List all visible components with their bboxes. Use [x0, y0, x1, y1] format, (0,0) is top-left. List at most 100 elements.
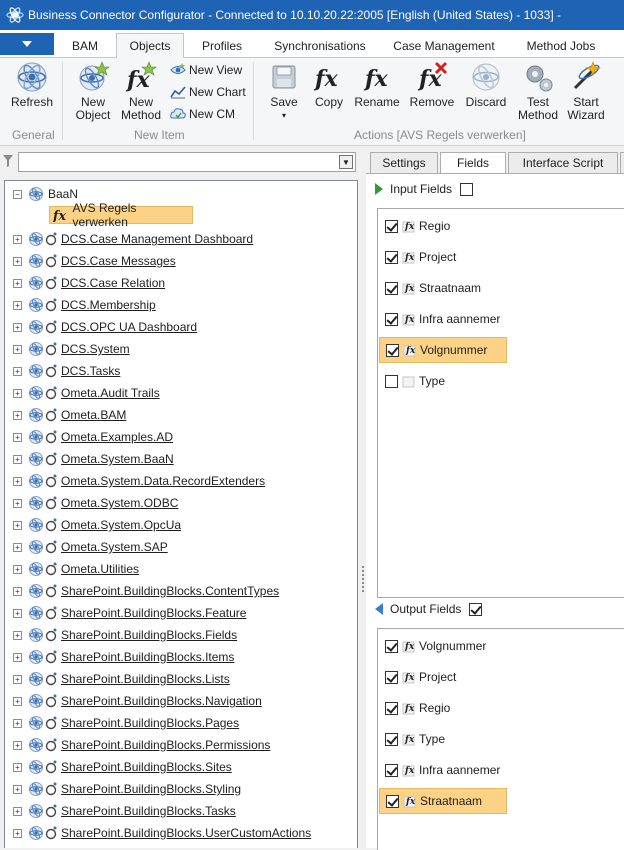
field-row[interactable]: fx Straatnaam — [379, 788, 507, 814]
start-wizard-button[interactable]: Start Wizard — [564, 60, 608, 122]
expand-icon[interactable]: + — [13, 608, 22, 618]
tree-item[interactable]: + SharePoint.BuildingBlocks.Styling — [13, 779, 241, 799]
tree-item[interactable]: + DCS.System — [13, 339, 130, 359]
tree-item-label[interactable]: DCS.Membership — [61, 298, 156, 312]
expand-icon[interactable]: + — [13, 256, 22, 266]
tree-item-label[interactable]: SharePoint.BuildingBlocks.Styling — [61, 782, 241, 796]
tab-case-management[interactable]: Case Management — [388, 34, 500, 58]
tree-item-label[interactable]: Ometa.System.Data.RecordExtenders — [61, 474, 265, 488]
refresh-button[interactable]: Refresh — [6, 60, 58, 109]
expand-icon[interactable]: + — [13, 564, 22, 574]
expand-icon[interactable]: + — [13, 828, 22, 838]
expand-icon[interactable]: + — [13, 718, 22, 728]
tree-item[interactable]: + SharePoint.BuildingBlocks.Pages — [13, 713, 239, 733]
field-checkbox[interactable] — [385, 312, 398, 326]
tree-item-label[interactable]: DCS.Case Messages — [61, 254, 176, 268]
tree-item-label[interactable]: Ometa.Examples.AD — [61, 430, 173, 444]
tree-item[interactable]: + SharePoint.BuildingBlocks.Sites — [13, 757, 232, 777]
expand-icon[interactable]: + — [13, 388, 22, 398]
field-checkbox[interactable] — [386, 794, 399, 808]
tree-item-label[interactable]: Ometa.System.OpcUa — [61, 518, 181, 532]
tree-item-label[interactable]: SharePoint.BuildingBlocks.Tasks — [61, 804, 236, 818]
new-chart-button[interactable]: New Chart — [170, 82, 246, 102]
input-fields-select-all-checkbox[interactable] — [460, 182, 474, 196]
expand-icon[interactable]: + — [13, 806, 22, 816]
tree-item[interactable]: + SharePoint.BuildingBlocks.Feature — [13, 603, 246, 623]
pane-splitter[interactable] — [361, 566, 365, 594]
expand-icon[interactable]: + — [13, 520, 22, 530]
expand-icon[interactable]: + — [13, 762, 22, 772]
expand-icon[interactable]: + — [13, 454, 22, 464]
tree-item[interactable]: + SharePoint.BuildingBlocks.Fields — [13, 625, 237, 645]
field-checkbox[interactable] — [385, 639, 398, 653]
field-checkbox[interactable] — [386, 343, 399, 357]
new-object-button[interactable]: New Object — [68, 60, 118, 122]
tree-item-label[interactable]: DCS.Case Management Dashboard — [61, 232, 253, 246]
tree-item-label[interactable]: DCS.System — [61, 342, 130, 356]
field-row[interactable]: fx Regio — [379, 213, 507, 239]
field-row[interactable]: fx Type — [379, 726, 507, 752]
expand-icon[interactable]: + — [13, 344, 22, 354]
tab-settings[interactable]: Settings — [370, 152, 438, 174]
tree-item[interactable]: + DCS.Tasks — [13, 361, 120, 381]
expand-icon[interactable]: + — [13, 740, 22, 750]
tree-item[interactable]: + Ometa.System.SAP — [13, 537, 168, 557]
tree-item[interactable]: + Ometa.Examples.AD — [13, 427, 173, 447]
copy-button[interactable]: fx Copy — [310, 60, 348, 109]
field-checkbox[interactable] — [385, 219, 398, 233]
tree-item-label[interactable]: Ometa.System.SAP — [61, 540, 168, 554]
field-checkbox[interactable] — [385, 732, 398, 746]
tree-item-label[interactable]: SharePoint.BuildingBlocks.Lists — [61, 672, 230, 686]
expand-icon[interactable]: + — [13, 784, 22, 794]
tree-item-label[interactable]: DCS.Tasks — [61, 364, 120, 378]
tree-item[interactable]: + Ometa.System.ODBC — [13, 493, 178, 513]
field-row[interactable]: fx Volgnummer — [379, 633, 507, 659]
tree-item[interactable]: + SharePoint.BuildingBlocks.Permissions — [13, 735, 270, 755]
expand-icon[interactable]: + — [13, 542, 22, 552]
tree-item[interactable]: + DCS.OPC UA Dashboard — [13, 317, 197, 337]
expand-icon[interactable]: + — [13, 630, 22, 640]
tree-item-label[interactable]: SharePoint.BuildingBlocks.Sites — [61, 760, 232, 774]
field-checkbox[interactable] — [385, 670, 398, 684]
tree-item[interactable]: + Ometa.Audit Trails — [13, 383, 160, 403]
expand-icon[interactable]: + — [13, 476, 22, 486]
tree-item-label[interactable]: Ometa.Audit Trails — [61, 386, 160, 400]
tree-item-label[interactable]: SharePoint.BuildingBlocks.Items — [61, 650, 234, 664]
expand-icon[interactable]: + — [13, 674, 22, 684]
output-fields-select-all-checkbox[interactable] — [469, 602, 483, 616]
field-row[interactable]: fx Regio — [379, 695, 507, 721]
tree-item-label[interactable]: SharePoint.BuildingBlocks.Pages — [61, 716, 239, 730]
tree-item-label[interactable]: SharePoint.BuildingBlocks.Permissions — [61, 738, 270, 752]
tree-root-node[interactable]: − BaaN — [13, 184, 78, 204]
discard-button[interactable]: Discard — [462, 60, 510, 109]
tree-item-label[interactable]: DCS.OPC UA Dashboard — [61, 320, 197, 334]
tree-item-label[interactable]: DCS.Case Relation — [61, 276, 165, 290]
expand-icon[interactable]: + — [13, 278, 22, 288]
tree-item[interactable]: + DCS.Case Messages — [13, 251, 176, 271]
object-tree[interactable]: − BaaN fx AVS Regels verwerken + DCS.Case… — [4, 180, 358, 848]
application-menu-button[interactable] — [0, 33, 54, 55]
expand-icon[interactable]: + — [13, 300, 22, 310]
tab-overflow[interactable] — [620, 152, 624, 174]
tree-item-label[interactable]: SharePoint.BuildingBlocks.Navigation — [61, 694, 262, 708]
expand-icon[interactable]: + — [13, 696, 22, 706]
save-button[interactable]: Save ▾ — [262, 60, 306, 122]
expand-icon[interactable]: + — [13, 322, 22, 332]
expand-icon[interactable]: + — [13, 432, 22, 442]
tab-bam[interactable]: BAM — [62, 34, 108, 58]
tree-item[interactable]: + Ometa.System.BaaN — [13, 449, 174, 469]
tab-profiles[interactable]: Profiles — [192, 34, 252, 58]
tree-item-label[interactable]: SharePoint.BuildingBlocks.Feature — [61, 606, 246, 620]
test-method-button[interactable]: Test Method — [516, 60, 560, 122]
field-checkbox[interactable] — [385, 250, 398, 264]
tab-objects[interactable]: Objects — [116, 33, 184, 59]
expand-icon[interactable]: + — [13, 652, 22, 662]
tree-selected-method[interactable]: fx AVS Regels verwerken — [49, 201, 193, 229]
field-row[interactable]: fx Project — [379, 664, 507, 690]
tree-item-label[interactable]: SharePoint.BuildingBlocks.UserCustomActi… — [61, 826, 311, 840]
field-checkbox[interactable] — [385, 763, 398, 777]
expand-icon[interactable]: + — [13, 410, 22, 420]
field-row[interactable]: fx Infra aannemer — [379, 306, 507, 332]
tree-item[interactable]: + Ometa.System.Data.RecordExtenders — [13, 471, 265, 491]
tree-item[interactable]: + SharePoint.BuildingBlocks.UserCustomAct… — [13, 823, 311, 843]
